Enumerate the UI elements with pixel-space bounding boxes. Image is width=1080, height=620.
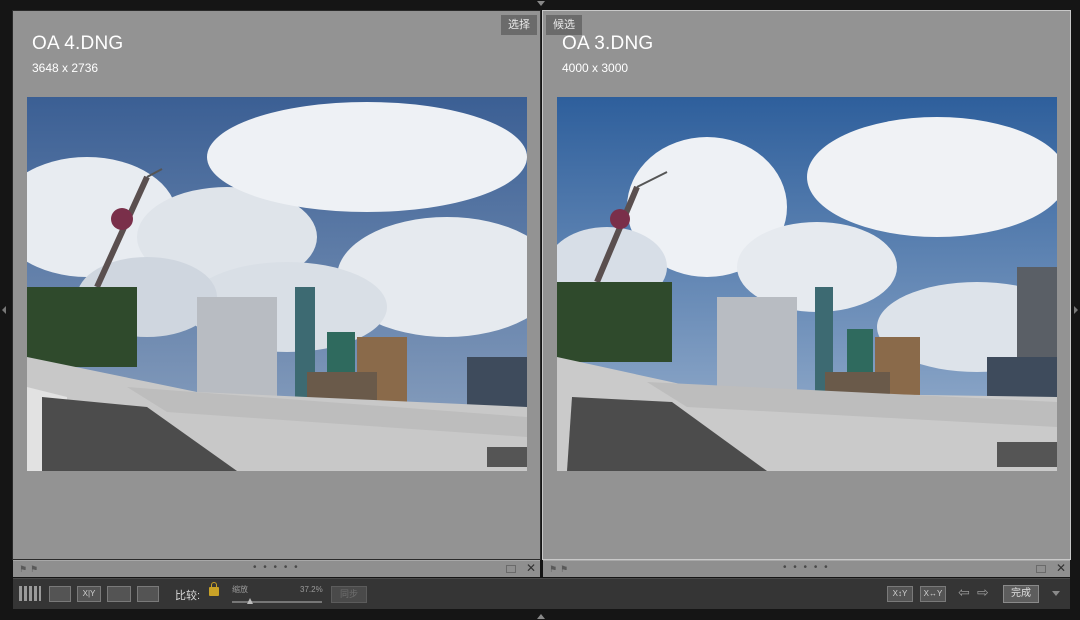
flag-icon[interactable]: ⚑ [549, 564, 557, 575]
candidate-pane[interactable]: OA 3.DNG 4000 x 3000 候选 [542, 10, 1071, 560]
compare-toolbar: X|Y 比较: 缩放 37.2% 同步 X↕Y X↔Y ⇦ ⇨ 完成 [13, 578, 1070, 609]
swap-button[interactable]: X↕Y [887, 586, 913, 602]
next-arrow-icon[interactable]: ⇨ [977, 584, 989, 601]
color-label-icon[interactable] [506, 565, 516, 573]
left-panel-toggle[interactable] [2, 306, 6, 314]
select-photo-image [27, 97, 527, 471]
close-select-button[interactable]: ✕ [526, 561, 536, 575]
top-panel-toggle[interactable] [537, 1, 545, 6]
zoom-label: 缩放 [232, 585, 248, 594]
bottom-panel-toggle[interactable] [537, 614, 545, 619]
toolbar-menu-icon[interactable] [1052, 591, 1060, 596]
rating-dots[interactable]: • • • • • [253, 562, 300, 573]
select-dimensions: 3648 x 2736 [32, 61, 99, 75]
done-button[interactable]: 完成 [1003, 585, 1039, 603]
flag-pick-icon[interactable]: ⚑ [30, 564, 38, 575]
rating-dots[interactable]: • • • • • [783, 562, 830, 573]
select-pane[interactable]: OA 4.DNG 3648 x 2736 选择 [12, 10, 541, 560]
zoom-slider-handle[interactable] [247, 598, 253, 604]
make-select-button[interactable]: X↔Y [920, 586, 946, 602]
sync-button[interactable]: 同步 [331, 586, 367, 603]
compare-label: 比较: [175, 590, 201, 602]
grid-view-icon[interactable] [19, 586, 41, 601]
select-filename: OA 4.DNG [32, 33, 124, 54]
close-candidate-button[interactable]: ✕ [1056, 561, 1066, 575]
right-panel-toggle[interactable] [1074, 306, 1078, 314]
compare-view-button[interactable]: X|Y [77, 586, 101, 602]
candidate-filmstrip-bar: ⚑ ⚑ • • • • • ✕ [543, 560, 1070, 577]
candidate-filename: OA 3.DNG [562, 33, 654, 54]
select-filmstrip-bar: ⚑ ⚑ • • • • • ✕ [13, 560, 540, 577]
flag-pick-icon[interactable]: ⚑ [560, 564, 568, 575]
survey-view-button[interactable] [107, 586, 131, 602]
candidate-tag: 候选 [546, 15, 582, 35]
loupe-view-button[interactable] [49, 586, 71, 602]
flag-icon[interactable]: ⚑ [19, 564, 27, 575]
select-photo[interactable] [27, 97, 527, 471]
candidate-photo[interactable] [557, 97, 1057, 471]
previous-arrow-icon[interactable]: ⇦ [958, 584, 970, 601]
candidate-dimensions: 4000 x 3000 [562, 61, 629, 75]
zoom-slider[interactable] [232, 601, 322, 603]
lock-icon[interactable] [209, 582, 219, 596]
color-label-icon[interactable] [1036, 565, 1046, 573]
people-view-button[interactable] [137, 586, 159, 602]
select-tag: 选择 [501, 15, 537, 35]
candidate-photo-image [557, 97, 1057, 471]
zoom-value: 37.2% [300, 585, 323, 594]
